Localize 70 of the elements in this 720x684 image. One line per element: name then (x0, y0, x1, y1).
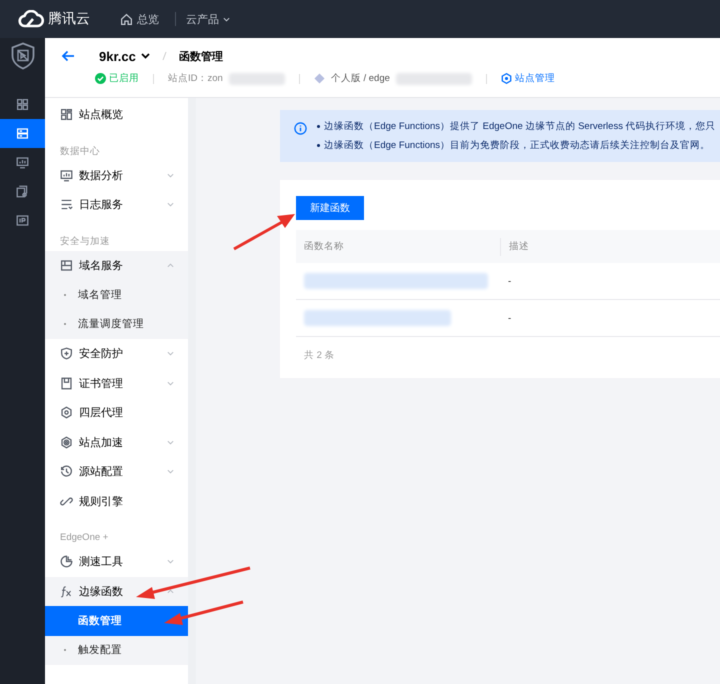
home-icon (120, 12, 133, 26)
back-button[interactable] (61, 50, 75, 62)
zone-id-label: 站点ID：zon (168, 72, 223, 85)
list-icon (60, 198, 73, 212)
nav-link[interactable]: 总览 (120, 12, 159, 26)
grid-icon (60, 108, 73, 122)
sidebar-item[interactable]: 站点概览 (45, 100, 188, 130)
create-function-button[interactable]: 新建函数 (296, 196, 364, 220)
site-selector[interactable]: 9kr.cc (99, 48, 150, 64)
brand-name: 腾讯云 (48, 10, 90, 28)
link-icon (60, 494, 73, 508)
grid-icon (16, 98, 29, 111)
rail-button[interactable] (0, 119, 45, 148)
status-label: 已启用 (95, 72, 139, 85)
gear-icon (500, 73, 512, 84)
sidebar-item[interactable]: 域名服务 (45, 250, 188, 280)
bullet-icon (317, 125, 320, 128)
sidebar-item[interactable]: 日志服务 (45, 190, 188, 220)
sidebar-item[interactable]: 证书管理 (45, 368, 188, 398)
section-label: EdgeOne + (59, 531, 110, 545)
layout-icon (60, 258, 73, 272)
cloud-logo-icon (18, 10, 44, 28)
sidebar-item[interactable]: 测速工具 (45, 547, 188, 576)
caret-icon (223, 16, 230, 22)
sidebar-subitem[interactable]: 流量调度管理 (45, 310, 188, 339)
back-arrow-icon (61, 50, 75, 62)
sidebar-item[interactable]: 边缘函数 (45, 576, 188, 606)
column-header: 函数名称 (296, 238, 501, 256)
table-cell-text: - (507, 312, 512, 324)
sidebar-item[interactable]: 规则引擎 (45, 486, 188, 516)
gear-icon (60, 436, 73, 449)
breadcrumb-separator-icon (162, 51, 167, 61)
sidebar-item[interactable]: 源站配置 (45, 457, 188, 486)
section-label: 数据中心 (59, 144, 101, 158)
shield-logo-icon[interactable] (10, 42, 36, 70)
sidebar-subitem[interactable]: 函数管理 (45, 606, 188, 636)
page-title: 函数管理 (178, 50, 223, 64)
redaction-blur (228, 72, 285, 84)
function-icon (60, 584, 73, 598)
notice-text: 边缘函数（Edge Functions）目前为免费阶段，正式收费动态请后续关注控制台及官网。 (324, 139, 710, 152)
chevron-down-icon (140, 53, 150, 59)
column-header: 描述 (508, 240, 529, 253)
monitor-icon (60, 168, 73, 182)
sidebar-item[interactable]: 四层代理 (45, 398, 188, 428)
bullet-icon (317, 144, 320, 147)
annotation-arrow (233, 214, 295, 250)
certificate-icon (60, 376, 73, 390)
sidebar-item[interactable]: 数据分析 (45, 160, 188, 190)
sidebar-item[interactable]: 安全防护 (45, 339, 188, 368)
ip-icon (16, 214, 29, 227)
clock-icon (60, 465, 73, 478)
table-cell-text: - (507, 276, 512, 286)
info-icon (294, 122, 307, 135)
plan-label: 个人版 / edge (330, 72, 390, 85)
diamond-icon (314, 73, 325, 84)
check-circle-icon (95, 73, 106, 84)
sidebar-subitem[interactable]: 域名管理 (45, 280, 188, 310)
site-management-link[interactable]: 站点管理 (500, 72, 555, 85)
nav-link[interactable]: 云产品 (186, 12, 230, 26)
pie-icon (60, 555, 73, 568)
sidebar-item[interactable]: 站点加速 (45, 428, 188, 457)
sidebar-subitem[interactable]: 触发配置 (45, 636, 188, 665)
monitor-icon (16, 156, 29, 169)
row-count: 共 2 条 (303, 349, 336, 362)
copy-gear-icon (16, 185, 29, 198)
hexagon-icon (60, 406, 73, 420)
section-label: 安全与加速 (59, 234, 111, 248)
shield-icon (60, 347, 73, 360)
notice-text: 边缘函数（Edge Functions）提供了 EdgeOne 边缘节点的 Serverless 代码执行环境，您只 (324, 120, 716, 133)
server-icon (16, 127, 29, 140)
